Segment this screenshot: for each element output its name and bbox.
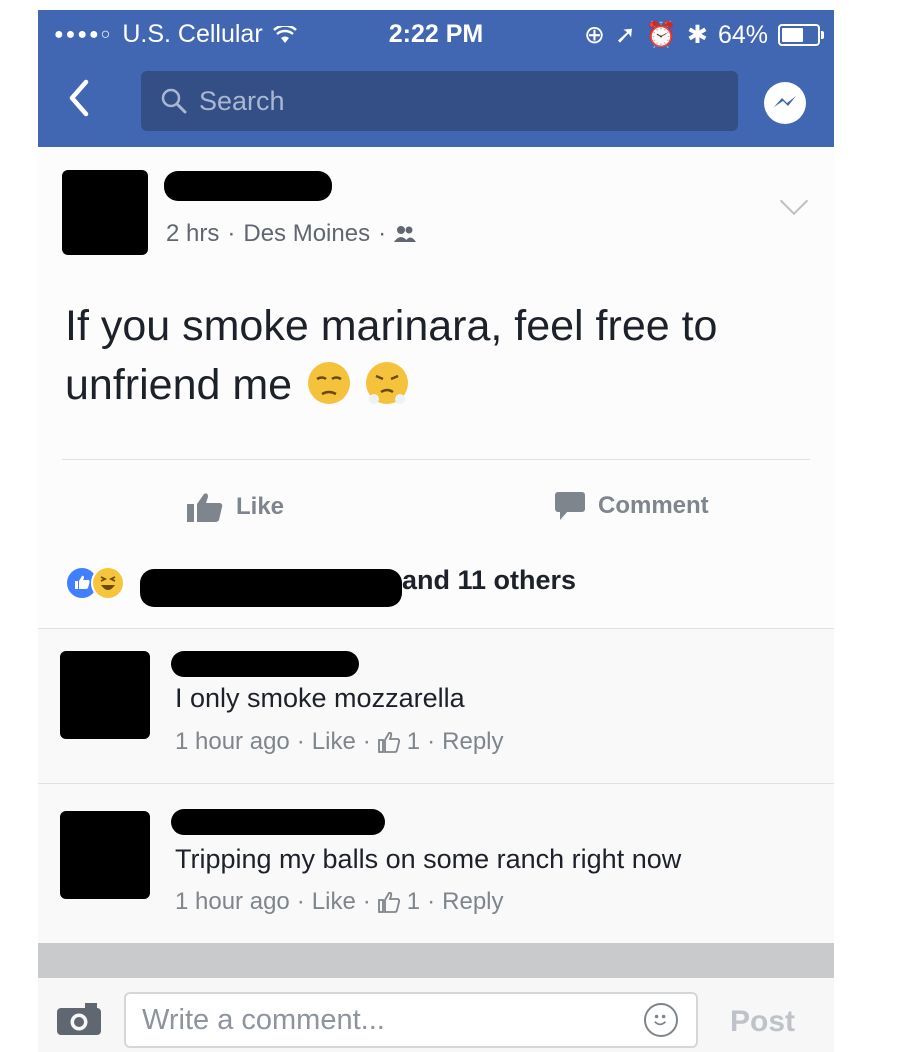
- messenger-icon[interactable]: [764, 82, 806, 124]
- comment-time: 1 hour ago: [175, 728, 290, 755]
- facebook-app: ●●●●○ U.S. Cellular 2:22 PM ⊕ ➚ ⏰ ✱ 64%: [38, 10, 834, 1052]
- avatar[interactable]: [60, 811, 150, 899]
- thumbs-up-outline-icon: [377, 891, 400, 913]
- post-time[interactable]: 2 hrs: [166, 220, 219, 248]
- meta-separator: ·: [296, 728, 305, 755]
- comment-like-link[interactable]: Like: [312, 728, 356, 756]
- post-body: If you smoke marinara, feel free to unfr…: [65, 297, 825, 415]
- chevron-down-icon[interactable]: [779, 186, 809, 216]
- avatar[interactable]: [60, 651, 150, 739]
- post-button[interactable]: Post: [730, 1005, 795, 1039]
- author-name[interactable]: [164, 171, 332, 201]
- comment-item: Tripping my balls on some ranch right no…: [38, 784, 834, 943]
- like-label: Like: [236, 493, 285, 520]
- orientation-lock-icon: ⊕: [583, 21, 605, 49]
- bluetooth-icon: ✱: [687, 21, 708, 49]
- comment-button[interactable]: Comment: [554, 491, 709, 521]
- status-icons: ⊕ ➚ ⏰ ✱ 64%: [583, 20, 824, 50]
- reactor-names[interactable]: [140, 569, 402, 607]
- comment-reply-link[interactable]: Reply: [442, 888, 503, 916]
- post-location[interactable]: Des Moines: [243, 220, 370, 248]
- commenter-name[interactable]: [171, 651, 359, 677]
- comment-text: I only smoke mozzarella: [175, 683, 465, 713]
- meta-separator: ·: [427, 728, 436, 755]
- alarm-icon: ⏰: [645, 20, 677, 49]
- unamused-face-icon: [308, 362, 351, 404]
- battery-percent: 64%: [717, 20, 768, 49]
- post-meta: 2 hrs · Des Moines ·: [166, 220, 417, 248]
- top-bar: ●●●●○ U.S. Cellular 2:22 PM ⊕ ➚ ⏰ ✱ 64%: [38, 10, 834, 147]
- meta-separator: ·: [378, 220, 387, 247]
- reactions-count: and 11 others: [402, 565, 577, 595]
- meta-separator: ·: [362, 888, 371, 915]
- post-card: 2 hrs · Des Moines · If you smoke marina…: [38, 147, 834, 545]
- location-arrow-icon: ➚: [614, 21, 636, 49]
- comment-text: Tripping my balls on some ranch right no…: [175, 844, 682, 874]
- avatar[interactable]: [62, 170, 148, 255]
- commenter-name[interactable]: [171, 809, 385, 835]
- meta-separator: ·: [362, 728, 371, 755]
- meta-separator: ·: [296, 888, 305, 915]
- search-placeholder: Search: [199, 85, 285, 116]
- chevron-left-icon[interactable]: [66, 78, 90, 118]
- haha-reaction-icon: [91, 566, 125, 600]
- comment-label: Comment: [598, 492, 709, 519]
- camera-icon[interactable]: [55, 1001, 103, 1037]
- reactions-summary[interactable]: and 11 others: [38, 545, 834, 628]
- meta-separator: ·: [227, 220, 236, 247]
- search-bar[interactable]: Search: [141, 71, 738, 131]
- comment-meta: 1 hour ago · Like · 1 · Reply: [175, 888, 504, 916]
- comment-like-count: 1: [406, 888, 421, 915]
- comment-input[interactable]: Write a comment...: [124, 992, 698, 1048]
- meta-separator: ·: [427, 888, 436, 915]
- battery-icon: [778, 24, 824, 46]
- search-icon: [161, 88, 187, 114]
- emoji-smiley-icon[interactable]: [644, 1003, 678, 1037]
- comment-meta: 1 hour ago · Like · 1 · Reply: [175, 728, 504, 756]
- comment-item: I only smoke mozzarella 1 hour ago · Lik…: [38, 629, 834, 783]
- composer-separator: [38, 943, 834, 978]
- comment-reply-link[interactable]: Reply: [442, 728, 503, 756]
- divider: [62, 459, 810, 460]
- steam-from-nose-icon: [365, 362, 408, 404]
- thumbs-up-icon: [187, 493, 223, 522]
- like-button[interactable]: Like: [186, 491, 284, 523]
- comment-bubble-icon: [555, 492, 585, 520]
- status-bar: ●●●●○ U.S. Cellular 2:22 PM ⊕ ➚ ⏰ ✱ 64%: [38, 10, 834, 56]
- comment-like-count: 1: [406, 728, 421, 755]
- comment-time: 1 hour ago: [175, 888, 290, 915]
- comment-like-link[interactable]: Like: [312, 888, 356, 916]
- comment-placeholder: Write a comment...: [142, 1003, 385, 1036]
- friends-icon: [394, 226, 417, 242]
- thumbs-up-outline-icon: [377, 731, 400, 753]
- comment-composer: Write a comment... Post: [38, 978, 834, 1052]
